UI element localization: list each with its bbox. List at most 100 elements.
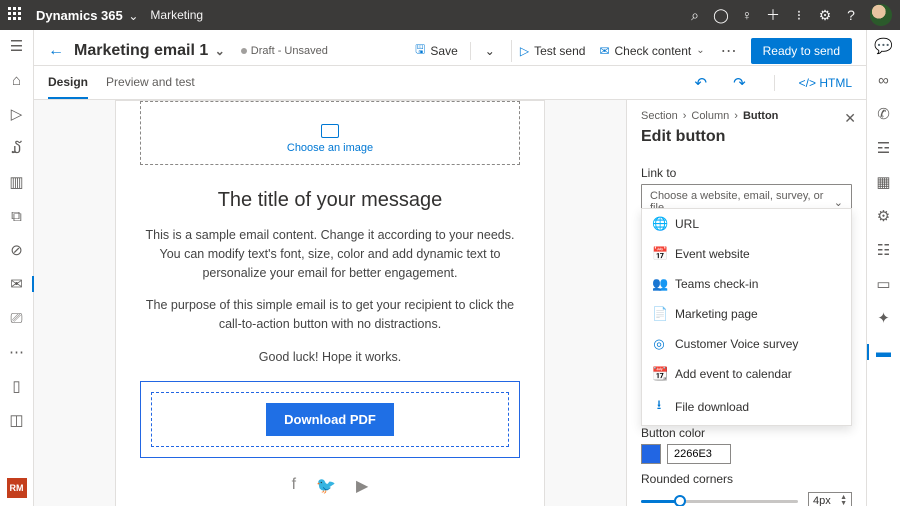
email-canvas: Choose an image The title of your messag… xyxy=(115,100,545,506)
tab-preview[interactable]: Preview and test xyxy=(106,67,195,99)
facebook-icon[interactable]: f xyxy=(292,476,296,496)
button-props-icon[interactable]: ▬ xyxy=(874,342,894,362)
twitter-icon[interactable]: 🐦 xyxy=(316,476,336,496)
more-commands[interactable]: ⋯ xyxy=(717,41,741,61)
globe-icon: 🌐 xyxy=(652,216,666,232)
crumb-section[interactable]: Section xyxy=(641,110,678,122)
segment-icon[interactable]: ⧉ xyxy=(7,206,27,226)
rounded-corners-row: 4px ▲▼ xyxy=(641,492,852,506)
settings-icon[interactable]: ⚙ xyxy=(812,7,838,24)
sms-icon[interactable]: ⋯ xyxy=(7,342,27,362)
redo-button[interactable]: ↷ xyxy=(729,74,750,92)
button-color-label: Button color xyxy=(641,426,852,440)
journeys-icon[interactable]: ໓ xyxy=(7,138,27,158)
play-icon[interactable]: ▷ xyxy=(7,104,27,124)
option-file-download[interactable]: ⭳File download xyxy=(642,389,851,425)
tasks-icon[interactable]: ☲ xyxy=(874,138,894,158)
download-icon: ⭳ xyxy=(652,396,666,418)
add-icon[interactable]: ＋ xyxy=(760,5,786,25)
test-send-button[interactable]: ▷Test send xyxy=(511,40,588,62)
area-switcher[interactable]: RM xyxy=(7,478,27,498)
chevron-down-icon[interactable]: ⌄ xyxy=(128,9,138,23)
option-customer-voice[interactable]: ◎Customer Voice survey xyxy=(642,329,851,359)
chevron-down-icon[interactable]: ⌄ xyxy=(215,44,225,58)
panel-breadcrumb: Section› Column› Button xyxy=(641,110,852,122)
elements-icon[interactable]: ▦ xyxy=(874,172,894,192)
image-placeholder[interactable]: Choose an image xyxy=(140,101,520,165)
option-url[interactable]: 🌐URL xyxy=(642,209,851,239)
survey-icon: ◎ xyxy=(652,336,666,352)
button-color-swatch[interactable] xyxy=(641,444,661,464)
user-avatar[interactable] xyxy=(870,4,892,26)
share-icon[interactable]: ∞ xyxy=(874,70,894,90)
link-to-label: Link to xyxy=(641,166,852,180)
link-to-options-list: 🌐URL 📅Event website 👥Teams check-in 📄Mar… xyxy=(641,208,852,426)
message-title[interactable]: The title of your message xyxy=(140,189,520,212)
lightbulb-icon[interactable]: ♀ xyxy=(734,7,760,23)
close-panel-button[interactable]: ✕ xyxy=(844,110,856,127)
settings-panel-icon[interactable]: ⚙ xyxy=(874,206,894,226)
option-add-calendar[interactable]: 📆Add event to calendar xyxy=(642,359,851,389)
calendar-icon[interactable]: ⊘ xyxy=(7,240,27,260)
global-top-bar: Dynamics 365 ⌄ Marketing ⌕ ◯ ♀ ＋ ⁝ ⚙ ? xyxy=(0,0,900,30)
message-body-3[interactable]: Good luck! Hope it works. xyxy=(140,348,520,367)
button-column: Download PDF xyxy=(151,392,509,447)
ready-to-send-button[interactable]: Ready to send xyxy=(751,38,852,64)
event-icon: 📅 xyxy=(652,246,666,262)
option-marketing-page[interactable]: 📄Marketing page xyxy=(642,299,851,329)
youtube-icon[interactable]: ▶ xyxy=(356,476,368,496)
task-icon[interactable]: ◯ xyxy=(708,7,734,24)
rounded-corners-spinner[interactable]: 4px ▲▼ xyxy=(808,492,852,506)
image-placeholder-label: Choose an image xyxy=(287,142,373,154)
spin-down[interactable]: ▼ xyxy=(840,501,847,506)
rounded-corners-label: Rounded corners xyxy=(641,472,852,486)
tab-design[interactable]: Design xyxy=(48,67,88,99)
command-bar: ← Marketing email 1 ⌄ Draft - Unsaved 🖫S… xyxy=(34,30,866,66)
message-body-2[interactable]: The purpose of this simple email is to g… xyxy=(140,296,520,334)
ai-icon[interactable]: ✦ xyxy=(874,308,894,328)
undo-button[interactable]: ↶ xyxy=(690,74,711,92)
audience-icon[interactable]: ◫ xyxy=(7,410,27,430)
button-section-selected[interactable]: Download PDF xyxy=(140,381,520,458)
app-name: Marketing xyxy=(150,8,203,22)
chat-icon[interactable]: 💬 xyxy=(874,36,894,56)
search-icon[interactable]: ⌕ xyxy=(682,7,708,24)
cta-button[interactable]: Download PDF xyxy=(266,403,394,436)
message-body-1[interactable]: This is a sample email content. Change i… xyxy=(140,226,520,282)
sections-icon[interactable]: ☷ xyxy=(874,240,894,260)
page-icon: 📄 xyxy=(652,306,666,322)
crumb-column[interactable]: Column xyxy=(691,110,729,122)
hamburger-icon[interactable]: ☰ xyxy=(7,36,27,56)
option-event-website[interactable]: 📅Event website xyxy=(642,239,851,269)
button-color-row xyxy=(641,444,852,464)
phone-icon[interactable]: ✆ xyxy=(874,104,894,124)
home-icon[interactable]: ⌂ xyxy=(7,70,27,90)
email-canvas-scroll[interactable]: Choose an image The title of your messag… xyxy=(34,100,626,506)
app-launcher-icon[interactable] xyxy=(8,7,24,23)
rounded-value: 4px xyxy=(813,495,831,506)
social-icons: f 🐦 ▶ xyxy=(140,476,520,496)
button-color-input[interactable] xyxy=(667,444,731,464)
layout-icon[interactable]: ▭ xyxy=(874,274,894,294)
save-button[interactable]: 🖫Save xyxy=(413,36,460,65)
calendar-add-icon: 📆 xyxy=(652,366,666,382)
check-content-button[interactable]: ✉Check content ⌄ xyxy=(597,40,706,62)
left-nav-rail: ☰ ⌂ ▷ ໓ ▥ ⧉ ⊘ ✉ ⎚ ⋯ ▯ ◫ RM xyxy=(0,30,34,506)
save-dropdown[interactable]: ⌄ xyxy=(481,40,499,62)
slider-thumb[interactable] xyxy=(674,495,686,506)
panel-heading: Edit button xyxy=(641,128,852,146)
chevron-down-icon: ⌄ xyxy=(834,196,843,209)
analytics-icon[interactable]: ▥ xyxy=(7,172,27,192)
email-icon[interactable]: ✉ xyxy=(7,274,27,294)
tab-bar: Design Preview and test ↶ ↷ </> HTML xyxy=(34,66,866,100)
forms-icon[interactable]: ⎚ xyxy=(7,308,27,328)
record-title[interactable]: Marketing email 1 ⌄ xyxy=(74,42,225,60)
filter-icon[interactable]: ⁝ xyxy=(786,7,812,24)
html-toggle[interactable]: </> HTML xyxy=(799,76,852,90)
help-icon[interactable]: ? xyxy=(838,7,864,23)
library-icon[interactable]: ▯ xyxy=(7,376,27,396)
option-teams-checkin[interactable]: 👥Teams check-in xyxy=(642,269,851,299)
properties-panel: Section› Column› Button ✕ Edit button Li… xyxy=(626,100,866,506)
back-button[interactable]: ← xyxy=(48,42,64,60)
rounded-corners-slider[interactable] xyxy=(641,500,798,503)
